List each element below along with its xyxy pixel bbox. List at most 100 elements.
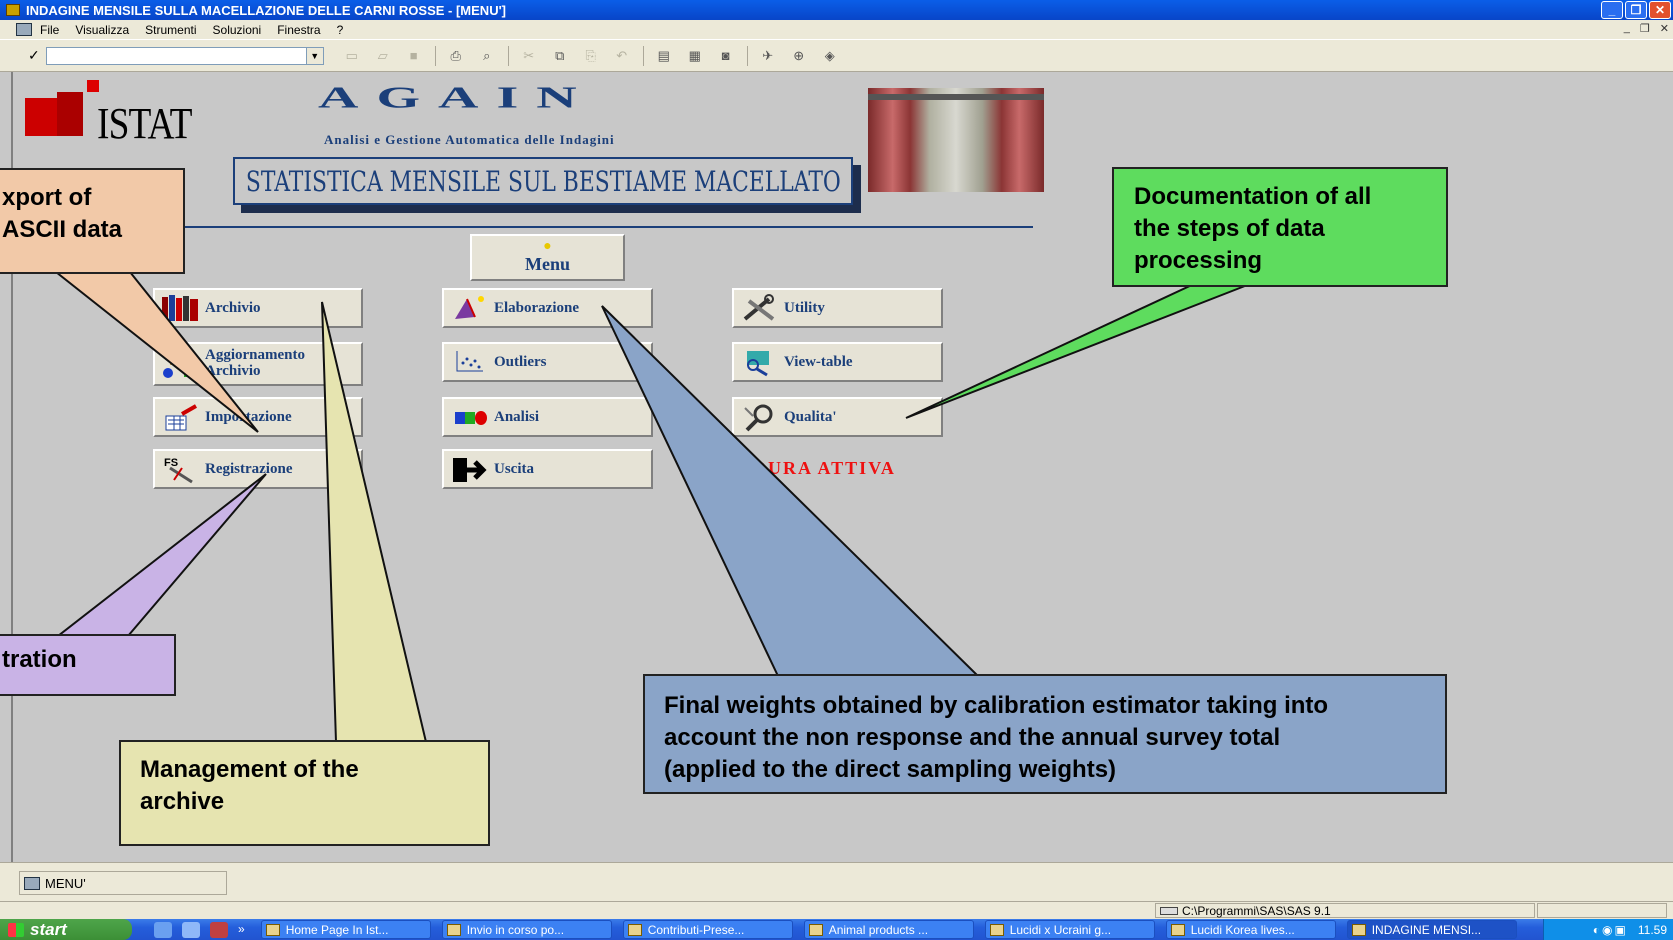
books-icon <box>159 292 203 324</box>
quick-launch: » <box>154 921 245 938</box>
view-table-button[interactable]: View-table <box>732 342 943 382</box>
importazione-button[interactable]: Importazione <box>153 397 363 437</box>
aggiornamento-label-1: Aggiornamento <box>205 347 305 364</box>
taskbar-item[interactable]: Invio in corso po... <box>441 920 612 939</box>
open-icon[interactable]: ▱ <box>373 47 393 65</box>
libraries-icon[interactable]: ▤ <box>654 47 674 65</box>
status-path-text: C:\Programmi\SAS\SAS 9.1 <box>1182 903 1331 918</box>
windows-flag-icon <box>8 922 24 937</box>
window-icon <box>24 876 40 890</box>
lightbulb-icon: ● <box>543 239 552 254</box>
window-tab-label: MENU' <box>45 875 86 891</box>
app-icon <box>446 923 461 936</box>
callout-registration-text: tration <box>2 646 77 673</box>
elaborazione-button[interactable]: Elaborazione <box>442 288 653 328</box>
view-table-icon <box>738 346 782 378</box>
command-box[interactable]: ▼ <box>45 46 324 65</box>
cut-icon[interactable]: ✂ <box>519 47 539 65</box>
break-icon[interactable]: ⊕ <box>789 47 809 65</box>
ie-icon[interactable] <box>154 921 172 938</box>
copy-icon[interactable]: ⧉ <box>550 47 570 65</box>
start-button[interactable]: start <box>0 919 132 940</box>
toolbar-separator <box>746 45 748 66</box>
outlook-icon[interactable] <box>182 921 200 938</box>
paste-icon[interactable]: ⎘ <box>581 47 601 65</box>
menu-button[interactable]: ● Menu <box>470 234 625 281</box>
menu-bar: File Visualizza Strumenti Soluzioni Fine… <box>0 20 1673 39</box>
archivio-label: Archivio <box>205 299 261 316</box>
tools-icon <box>738 292 782 324</box>
analisi-button[interactable]: Analisi <box>442 397 653 437</box>
system-tray: ◐◉▣ 11.59 <box>1543 919 1673 940</box>
run-icon[interactable]: ✈ <box>758 47 778 65</box>
explorer-icon[interactable]: ▦ <box>685 47 705 65</box>
mdi-close-button[interactable]: ✕ <box>1660 22 1669 35</box>
save-icon[interactable]: ■ <box>404 47 424 65</box>
aggiornamento-label-2: Archivio <box>205 363 261 379</box>
view-table-label: View-table <box>784 353 853 370</box>
analysis-icon <box>448 401 492 433</box>
menu-finestra[interactable]: Finestra <box>277 23 320 37</box>
outliers-button[interactable]: Outliers <box>442 342 653 382</box>
mdi-minimize-button[interactable]: _ <box>1624 22 1630 35</box>
taskbar-item[interactable]: Lucidi Korea lives... <box>1165 920 1336 939</box>
results-icon[interactable]: ◙ <box>716 47 736 65</box>
taskbar-item[interactable]: Home Page In Ist... <box>260 920 431 939</box>
mdi-restore-button[interactable]: ❐ <box>1640 22 1650 35</box>
stat-title: STATISTICA MENSILE SUL BESTIAME MACELLAT… <box>233 157 853 205</box>
istat-logo-text: ISTAT <box>97 99 192 148</box>
utility-button[interactable]: Utility <box>732 288 943 328</box>
menu-help[interactable]: ? <box>337 23 344 37</box>
mdi-window-icon[interactable] <box>16 23 32 36</box>
menu-file[interactable]: File <box>40 23 59 37</box>
restore-button[interactable]: ❐ <box>1625 1 1647 19</box>
sas-window-bar: MENU' <box>0 862 1673 904</box>
aggiornamento-archivio-button[interactable]: Aggiornamento Archivio <box>153 342 363 386</box>
help-book-icon[interactable]: ◈ <box>820 47 840 65</box>
utility-label: Utility <box>784 299 825 316</box>
taskbar-item[interactable]: Animal products ... <box>803 920 974 939</box>
menu-visualizza[interactable]: Visualizza <box>75 23 129 37</box>
registrazione-button[interactable]: FS Registrazione <box>153 449 363 489</box>
app-icon <box>6 4 20 16</box>
close-button[interactable]: ✕ <box>1649 1 1671 19</box>
callout-export-text: xport of ASCII data <box>2 184 123 243</box>
meat-carcass-photo <box>868 88 1044 192</box>
tray-icons[interactable]: ◐◉▣ <box>1593 923 1628 937</box>
chevron-down-icon[interactable]: ▼ <box>305 47 323 64</box>
qualita-button[interactable]: Qualita' <box>732 397 943 437</box>
update-archive-icon <box>159 348 203 380</box>
start-label: start <box>30 919 67 939</box>
registrazione-label: Registrazione <box>205 460 293 477</box>
exit-icon <box>448 453 492 485</box>
quick-launch-more[interactable]: » <box>238 922 245 938</box>
archivio-button[interactable]: Archivio <box>153 288 363 328</box>
app-icon <box>265 923 280 936</box>
powerpoint-icon <box>989 923 1004 936</box>
taskbar-item-active[interactable]: INDAGINE MENSI... <box>1346 920 1517 939</box>
uscita-label: Uscita <box>494 460 534 477</box>
uscita-button[interactable]: Uscita <box>442 449 653 489</box>
new-icon[interactable]: ▭ <box>342 47 362 65</box>
print-icon[interactable]: ⎙ <box>446 47 466 65</box>
qualita-label: Qualita' <box>784 408 837 425</box>
procedura-attiva-text: PROCEDURA ATTIVA <box>680 458 896 478</box>
menu-strumenti[interactable]: Strumenti <box>145 23 196 37</box>
again-title: AGAIN <box>318 80 595 115</box>
toolbar-separator <box>642 45 644 66</box>
menu-soluzioni[interactable]: Soluzioni <box>213 23 262 37</box>
sas-quick-icon[interactable] <box>210 921 228 938</box>
again-subtitle: Analisi e Gestione Automatica delle Inda… <box>324 132 615 147</box>
taskbar-item[interactable]: Contributi-Prese... <box>622 920 793 939</box>
taskbar-item[interactable]: Lucidi x Ucraini g... <box>984 920 1155 939</box>
submit-check-icon[interactable]: ✓ <box>28 47 40 64</box>
minimize-button[interactable]: _ <box>1601 1 1623 19</box>
undo-icon[interactable]: ↶ <box>612 47 632 65</box>
outliers-label: Outliers <box>494 353 547 370</box>
status-bar: C:\Programmi\SAS\SAS 9.1 <box>0 901 1673 919</box>
window-tab-menu[interactable]: MENU' <box>19 871 227 895</box>
import-icon <box>159 401 203 433</box>
callout-management: Management of the archive <box>119 740 490 846</box>
print-preview-icon[interactable]: ⌕ <box>477 47 497 65</box>
callout-management-text: Management of the archive <box>140 756 359 815</box>
